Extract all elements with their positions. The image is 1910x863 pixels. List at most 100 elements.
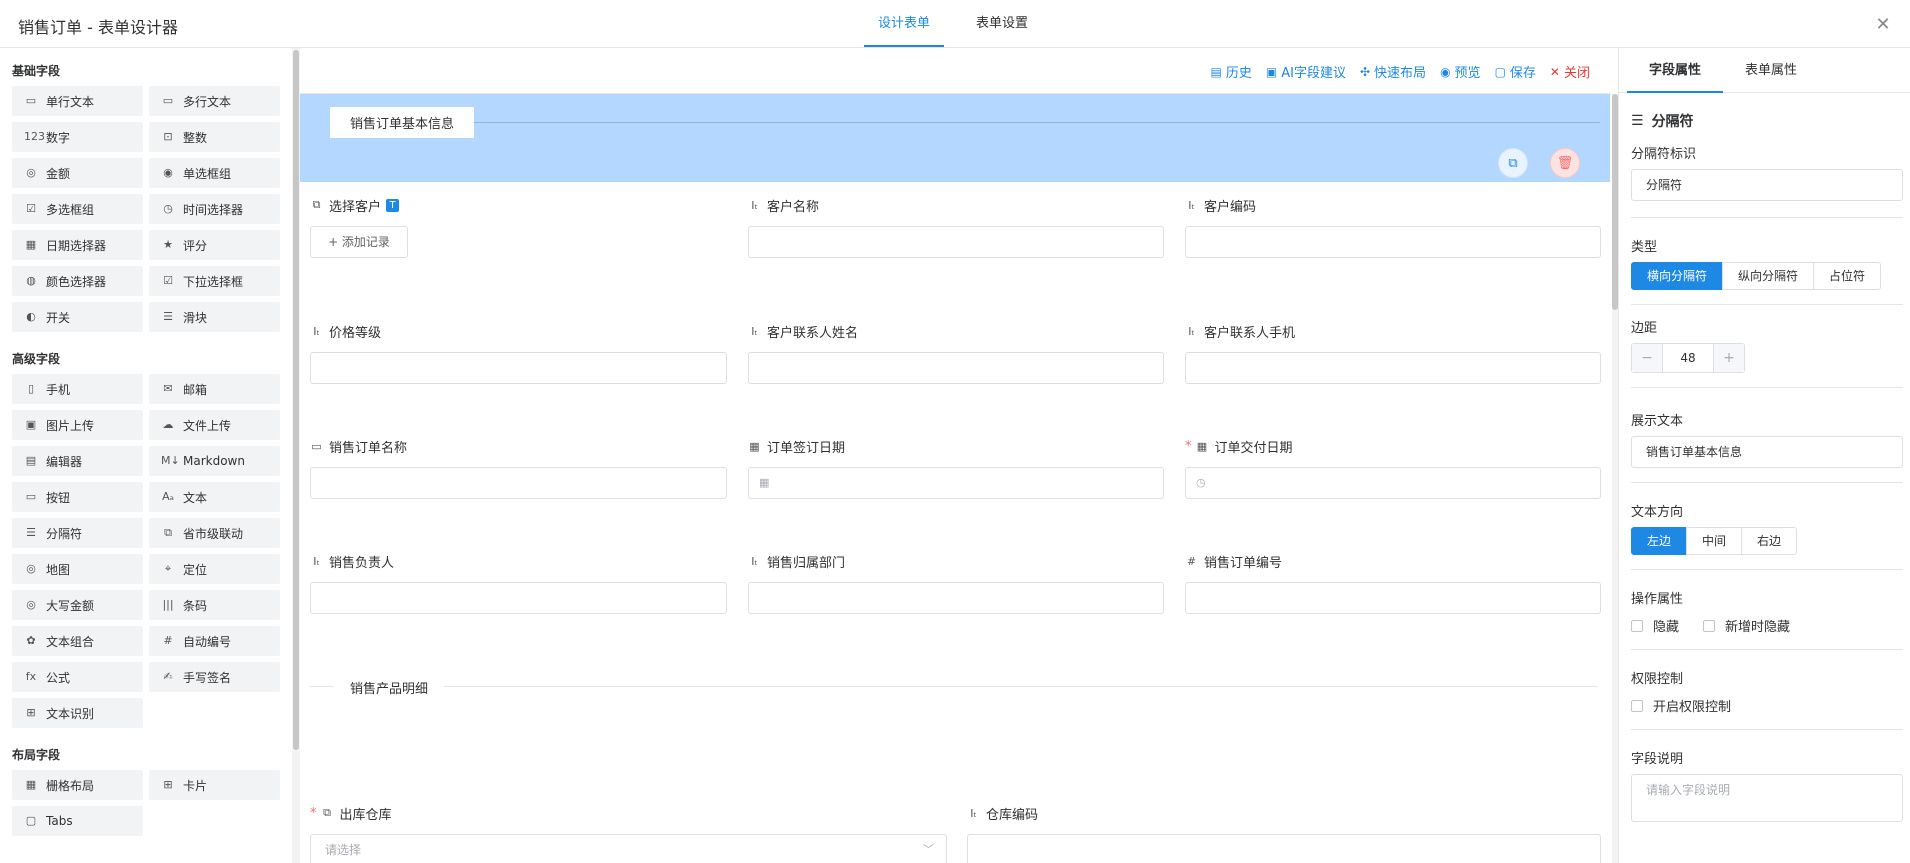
quick-layout-button[interactable]: ✣ 快速布局	[1359, 62, 1426, 82]
type-horizontal[interactable]: 横向分隔符	[1631, 262, 1723, 290]
history-icon: ▤	[1210, 64, 1222, 79]
layout-icon: ✣	[1359, 64, 1371, 79]
add-record-button[interactable]: + 添加记录	[310, 226, 408, 258]
tab-field-properties[interactable]: 字段属性	[1627, 48, 1723, 93]
palette-item[interactable]: ✍ 手写签名	[149, 662, 280, 692]
close-icon[interactable]: ✕	[1874, 16, 1892, 34]
tab-form-settings[interactable]: 表单设置	[976, 0, 1028, 47]
palette-item[interactable]: ⊞ 文本识别	[12, 698, 143, 728]
palette-item[interactable]: ⌖ 定位	[149, 554, 280, 584]
palette-item[interactable]: ▦ 日期选择器	[12, 230, 143, 260]
field-sales-owner[interactable]: Iₜ 销售负责人	[310, 552, 727, 614]
field-warehouse[interactable]: * ⧉ 出库仓库 请选择 ﹀	[310, 804, 947, 863]
palette-item[interactable]: ☰ 滑块	[149, 302, 280, 332]
sign-date-input[interactable]: ▦	[748, 467, 1164, 499]
palette-item[interactable]: ☑ 下拉选择框	[149, 266, 280, 296]
margin-stepper[interactable]: − 48 +	[1631, 343, 1745, 373]
customer-code-input[interactable]	[1185, 226, 1601, 258]
section-divider-products[interactable]: 销售产品明细	[310, 675, 1598, 699]
palette-item[interactable]: ||| 条码	[149, 590, 280, 620]
palette-item[interactable]: ◉ 单选框组	[149, 158, 280, 188]
field-sign-date[interactable]: ▦ 订单签订日期 ▦	[748, 437, 1164, 499]
hidden-checkbox[interactable]: 隐藏	[1631, 616, 1679, 635]
palette-item[interactable]: Aₐ 文本	[149, 482, 280, 512]
hide-on-create-checkbox[interactable]: 新增时隐藏	[1703, 616, 1790, 635]
palette-item[interactable]: ◎ 地图	[12, 554, 143, 584]
palette-item[interactable]: ▢ Tabs	[12, 806, 143, 836]
palette-item[interactable]: ▭ 按钮	[12, 482, 143, 512]
palette-item[interactable]: ☑ 多选框组	[12, 194, 143, 224]
palette-item[interactable]: ★ 评分	[149, 230, 280, 260]
palette-item[interactable]: ⧉ 省市级联动	[149, 518, 280, 548]
palette-item[interactable]: ⊡ 整数	[149, 122, 280, 152]
customer-name-input[interactable]	[748, 226, 1164, 258]
palette-item[interactable]: ◐ 开关	[12, 302, 143, 332]
field-order-number[interactable]: # 销售订单编号	[1185, 552, 1601, 614]
preview-button[interactable]: ◉ 预览	[1440, 62, 1481, 82]
field-sales-dept[interactable]: Iₜ 销售归属部门	[748, 552, 1164, 614]
display-text-input[interactable]: 销售订单基本信息	[1631, 436, 1903, 468]
palette-item[interactable]: # 自动编号	[149, 626, 280, 656]
selected-divider-field[interactable]: 销售订单基本信息 ⧉ 🗑	[300, 94, 1610, 182]
direction-left[interactable]: 左边	[1631, 527, 1687, 555]
warehouse-code-input[interactable]	[967, 834, 1601, 863]
palette-item[interactable]: M↓ Markdown	[149, 446, 280, 476]
field-contact-phone[interactable]: Iₜ 客户联系人手机	[1185, 322, 1601, 384]
palette-item[interactable]: ⊞ 卡片	[149, 770, 280, 800]
order-number-input[interactable]	[1185, 582, 1601, 614]
palette-item[interactable]: ▦ 栅格布局	[12, 770, 143, 800]
description-textarea[interactable]: 请输入字段说明	[1631, 774, 1903, 822]
delivery-date-input[interactable]: ◷	[1185, 467, 1601, 499]
minus-icon[interactable]: −	[1632, 344, 1662, 372]
palette-item[interactable]: ▭ 单行文本	[12, 86, 143, 116]
palette-item[interactable]: ◎ 大写金额	[12, 590, 143, 620]
field-price-level[interactable]: Iₜ 价格等级	[310, 322, 727, 384]
palette-item[interactable]: ✉ 邮箱	[149, 374, 280, 404]
field-customer-code[interactable]: Iₜ 客户编码	[1185, 196, 1601, 258]
save-button[interactable]: ▢ 保存	[1495, 62, 1536, 82]
field-select-customer[interactable]: ⧉ 选择客户 T + 添加记录	[310, 196, 730, 258]
palette-item[interactable]: ▯ 手机	[12, 374, 143, 404]
palette-item[interactable]: ◍ 颜色选择器	[12, 266, 143, 296]
field-contact-name[interactable]: Iₜ 客户联系人姓名	[748, 322, 1164, 384]
plus-icon[interactable]: +	[1714, 344, 1744, 372]
palette-item[interactable]: ☰ 分隔符	[12, 518, 143, 548]
contact-name-input[interactable]	[748, 352, 1164, 384]
history-button[interactable]: ▤ 历史	[1210, 62, 1252, 82]
type-placeholder[interactable]: 占位符	[1813, 262, 1881, 290]
type-vertical[interactable]: 纵向分隔符	[1722, 262, 1814, 290]
tab-form-properties[interactable]: 表单属性	[1723, 48, 1819, 93]
direction-center[interactable]: 中间	[1686, 527, 1742, 555]
direction-right[interactable]: 右边	[1741, 527, 1797, 555]
permission-label: 权限控制	[1631, 672, 1684, 687]
palette-item[interactable]: ▣ 图片上传	[12, 410, 143, 440]
palette-item[interactable]: 123 数字	[12, 122, 143, 152]
ai-suggest-button[interactable]: ▣ AI字段建议	[1266, 62, 1346, 82]
palette-item[interactable]: ▤ 编辑器	[12, 446, 143, 476]
palette-item[interactable]: ☁ 文件上传	[149, 410, 280, 440]
enable-permission-checkbox[interactable]: 开启权限控制	[1631, 696, 1731, 715]
delete-icon[interactable]: 🗑	[1550, 148, 1580, 178]
contact-phone-input[interactable]	[1185, 352, 1601, 384]
warehouse-select[interactable]: 请选择 ﹀	[310, 834, 947, 863]
sales-owner-input[interactable]	[310, 582, 727, 614]
palette-item[interactable]: fx 公式	[12, 662, 143, 692]
close-button[interactable]: ✕ 关闭	[1550, 62, 1590, 82]
field-customer-name[interactable]: Iₜ 客户名称	[748, 196, 1164, 258]
field-delivery-date[interactable]: * ▦ 订单交付日期 ◷	[1185, 437, 1601, 499]
order-name-input[interactable]	[310, 467, 727, 499]
field-order-name[interactable]: ▭ 销售订单名称	[310, 437, 727, 499]
field-warehouse-code[interactable]: Iₜ 仓库编码	[967, 804, 1601, 863]
tab-design-form[interactable]: 设计表单	[864, 0, 944, 47]
sales-dept-input[interactable]	[748, 582, 1164, 614]
margin-value[interactable]: 48	[1662, 344, 1714, 372]
price-level-input[interactable]	[310, 352, 727, 384]
palette-item[interactable]: ◷ 时间选择器	[149, 194, 280, 224]
palette-item[interactable]: ▭ 多行文本	[149, 86, 280, 116]
copy-icon[interactable]: ⧉	[1498, 148, 1528, 178]
id-input[interactable]: 分隔符	[1631, 169, 1903, 201]
palette-item[interactable]: ◎ 金额	[12, 158, 143, 188]
palette-scrollbar[interactable]	[292, 48, 300, 863]
palette-item[interactable]: ✿ 文本组合	[12, 626, 143, 656]
palette-group-title: 高级字段	[12, 352, 61, 366]
